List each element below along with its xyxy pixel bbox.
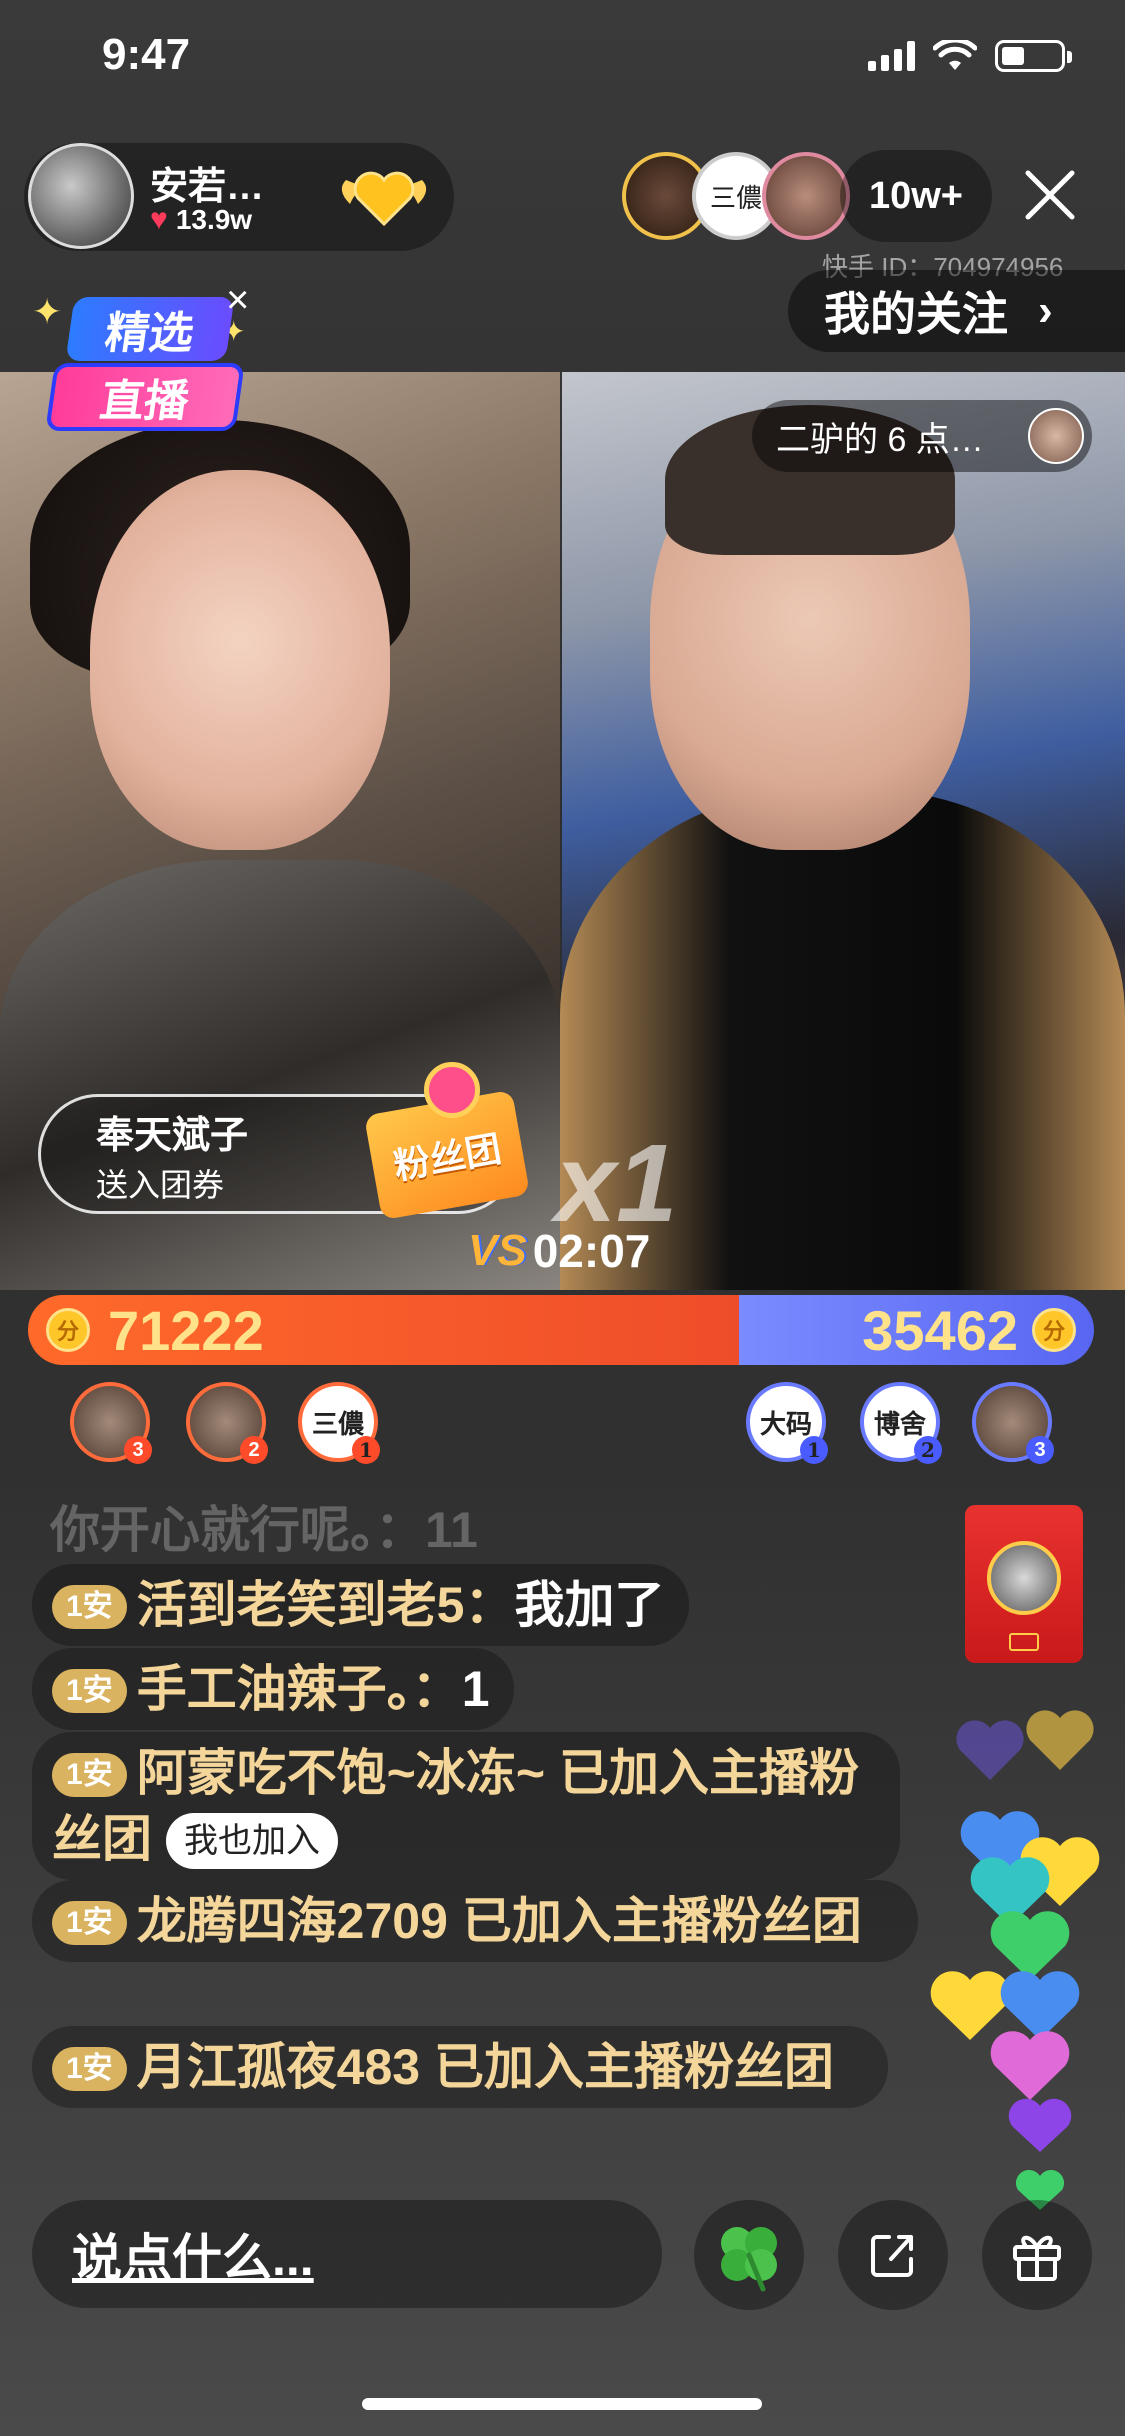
- clover-button[interactable]: [694, 2200, 804, 2310]
- join-fan-club-button[interactable]: 我也加入: [166, 1813, 338, 1869]
- chat-message[interactable]: 1安 活到老笑到老5：我加了: [32, 1564, 689, 1646]
- right-score-segment: 35462 分: [739, 1295, 1094, 1365]
- home-indicator: [362, 2398, 762, 2410]
- level-badge: 1安: [52, 1753, 127, 1797]
- comment-input[interactable]: 说点什么...: [32, 2200, 662, 2308]
- signal-icon: [868, 41, 915, 71]
- floating-hearts: [930, 1710, 1100, 2210]
- battery-icon: [995, 40, 1072, 72]
- heart-icon: [930, 1710, 1100, 2210]
- contributor-rank: 2: [914, 1436, 942, 1464]
- gift-icon: [1013, 2235, 1061, 2281]
- anchor-name: 安若…: [150, 166, 265, 208]
- contributor-avatar-text: 大码: [759, 1409, 812, 1440]
- contributor-rank: 2: [240, 1436, 268, 1464]
- chat-message[interactable]: 1安 阿蒙吃不饱~冰冻~ 已加入主播粉丝团 我也加入: [32, 1732, 900, 1880]
- left-score: 71222: [108, 1298, 264, 1362]
- red-packet-button[interactable]: [965, 1505, 1083, 1663]
- chat-message[interactable]: 1安 手工油辣子。：1: [32, 1648, 514, 1730]
- pk-timer-value: 02:07: [532, 1225, 651, 1277]
- chat-message[interactable]: 1安 月江孤夜483 已加入主播粉丝团: [32, 2026, 888, 2108]
- pk-partner-name: 二驴的 6 点…: [776, 420, 984, 459]
- featured-live-badge[interactable]: ✦ ✦ 精选 直播: [32, 285, 252, 445]
- status-time: 9:47: [102, 30, 191, 79]
- chat-message[interactable]: 1安 龙腾四海2709 已加入主播粉丝团: [32, 1880, 918, 1962]
- top-contributor-avatar[interactable]: 大码 1: [746, 1382, 828, 1464]
- my-follow-label: 我的关注: [824, 288, 1008, 340]
- chat-text: 已加入主播粉丝团: [461, 1893, 862, 1949]
- viewer-avatar[interactable]: [762, 152, 850, 240]
- top-contributor-avatar[interactable]: 博舍 2: [860, 1382, 942, 1464]
- host-left-face: [90, 470, 390, 850]
- chat-message-faded: 你开心就行呢。：11: [50, 1502, 478, 1558]
- left-score-segment: 分 71222: [28, 1295, 740, 1365]
- contributor-rank: 1: [352, 1436, 380, 1464]
- top-contributor-avatar[interactable]: 2: [186, 1382, 268, 1464]
- my-follow-button[interactable]: 我的关注 ›: [788, 270, 1125, 352]
- anchor-likes-count: 13.9w: [175, 204, 253, 235]
- contributor-rank: 3: [1026, 1436, 1054, 1464]
- level-badge: 1安: [52, 1669, 127, 1713]
- level-badge: 1安: [52, 1585, 127, 1629]
- level-badge: 1安: [52, 2047, 127, 2091]
- chat-user: 阿蒙吃不饱~冰冻~: [136, 1745, 546, 1801]
- contributor-avatar-text: 博舍: [873, 1409, 926, 1440]
- gift-button[interactable]: [982, 2200, 1092, 2310]
- chat-text: 我加了: [514, 1577, 665, 1633]
- heart-icon: ♥: [150, 203, 168, 236]
- sparkle-icon: ✦: [32, 291, 63, 332]
- contributor-rank: 1: [800, 1436, 828, 1464]
- anchor-avatar[interactable]: [28, 143, 134, 249]
- featured-label: 精选: [65, 297, 235, 361]
- red-packet-avatar: [987, 1541, 1061, 1615]
- heart-icon: [424, 1062, 480, 1118]
- contributor-avatar-text: 三儂: [311, 1409, 364, 1440]
- winged-heart-icon[interactable]: [336, 160, 432, 230]
- viewer-avatar-text: 三儂: [709, 183, 762, 214]
- coin-icon: 分: [1032, 1308, 1076, 1352]
- chat-user: 龙腾四海2709: [136, 1893, 448, 1949]
- pk-score-bar: 分 71222 35462 分: [28, 1295, 1094, 1365]
- level-badge: 1安: [52, 1901, 127, 1945]
- gift-sender: 奉天斌子: [96, 1115, 249, 1157]
- viewer-count-button[interactable]: 10w+: [840, 150, 992, 242]
- chat-user: 手工油辣子。：: [136, 1661, 462, 1717]
- status-icons: [868, 40, 1072, 72]
- top-contributor-avatar[interactable]: 三儂 1: [298, 1382, 380, 1464]
- live-label: 直播: [45, 363, 245, 431]
- pk-partner-avatar: [1028, 408, 1084, 464]
- chat-text: 1: [461, 1661, 490, 1717]
- close-icon[interactable]: [1020, 165, 1080, 225]
- top-contributor-avatar[interactable]: 3: [70, 1382, 152, 1464]
- vs-icon: VS: [468, 1226, 527, 1275]
- chat-user: 活到老笑到老5：: [136, 1577, 515, 1633]
- red-packet-ornament: [1009, 1633, 1039, 1651]
- fan-club-badge: 粉丝团: [363, 1062, 531, 1221]
- chat-user: 月江孤夜483: [136, 2039, 421, 2095]
- anchor-likes: ♥ 13.9w: [150, 203, 252, 237]
- chat-text: 已加入主播粉丝团: [434, 2039, 835, 2095]
- top-contributor-avatar[interactable]: 3: [972, 1382, 1054, 1464]
- coin-icon: 分: [46, 1308, 90, 1352]
- right-score: 35462: [862, 1298, 1018, 1362]
- pk-timer: VS 02:07: [468, 1224, 650, 1278]
- chevron-right-icon: ›: [1038, 286, 1053, 335]
- wifi-icon: [933, 40, 977, 70]
- share-button[interactable]: [838, 2200, 948, 2310]
- gift-action: 送入团券: [96, 1167, 225, 1203]
- contributor-rank: 3: [124, 1436, 152, 1464]
- clover-icon: [721, 2227, 777, 2292]
- pk-partner-pill[interactable]: 二驴的 6 点…: [752, 400, 1092, 472]
- share-icon: [871, 2235, 913, 2277]
- close-icon[interactable]: ×: [226, 278, 249, 323]
